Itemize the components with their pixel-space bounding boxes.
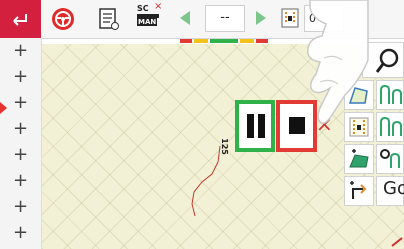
- guidance-lines-button-1[interactable]: [376, 80, 404, 110]
- add-button-2[interactable]: +: [0, 64, 41, 90]
- add-field-icon: [349, 149, 369, 168]
- sc-close-mark: ×: [154, 1, 163, 12]
- machine-marker-label: 125: [219, 138, 229, 155]
- task-list-button[interactable]: [92, 3, 124, 34]
- go-button-label: Go: [383, 178, 404, 199]
- add-button-7[interactable]: +: [0, 194, 41, 220]
- add-button-6[interactable]: +: [0, 168, 41, 194]
- edit-pencil-icon: [391, 237, 403, 247]
- sc-mode-label: MAN: [137, 18, 158, 26]
- section-indicator-3: [210, 39, 238, 43]
- navigate-button[interactable]: [344, 176, 374, 206]
- pointing-hand-icon: [307, 0, 369, 125]
- pause-icon-right: [258, 114, 265, 138]
- left-toolbar: + + + + + + + +: [0, 38, 42, 249]
- previous-arrow-button[interactable]: [180, 11, 190, 25]
- section-control-button[interactable]: SC × MAN: [134, 1, 172, 34]
- sc-badge-label: SC: [137, 4, 149, 13]
- task-list-icon: [99, 8, 119, 30]
- machine-marker: 125: [216, 134, 233, 155]
- add-button-5[interactable]: +: [0, 142, 41, 168]
- back-arrow-icon: [13, 14, 27, 26]
- guidance-settings-button[interactable]: [376, 144, 404, 174]
- add-button-1[interactable]: +: [0, 38, 41, 64]
- guidance-lines-icon: [380, 84, 402, 104]
- steering-wheel-button[interactable]: [47, 3, 79, 34]
- navigate-icon: [350, 181, 367, 199]
- section-indicator-1: [180, 39, 192, 43]
- section-indicator-4: [240, 39, 254, 43]
- search-icon: [375, 48, 399, 73]
- back-button[interactable]: [0, 0, 41, 38]
- guidance-lines-button-2[interactable]: [376, 112, 404, 142]
- section-indicator-2: [194, 39, 208, 43]
- pause-icon-left: [247, 114, 254, 138]
- guidance-settings-icon: [380, 149, 400, 168]
- add-button-4[interactable]: +: [0, 116, 41, 142]
- next-arrow-button[interactable]: [256, 11, 266, 25]
- add-field-button[interactable]: [344, 144, 374, 174]
- steering-wheel-icon: [52, 8, 74, 30]
- section-indicator-5: [256, 39, 268, 43]
- value-field: --: [205, 5, 245, 32]
- guidance-lines-icon: [380, 116, 402, 136]
- add-button-8[interactable]: +: [0, 220, 41, 246]
- expand-arrow-icon[interactable]: [0, 102, 7, 114]
- pause-button[interactable]: [235, 100, 275, 152]
